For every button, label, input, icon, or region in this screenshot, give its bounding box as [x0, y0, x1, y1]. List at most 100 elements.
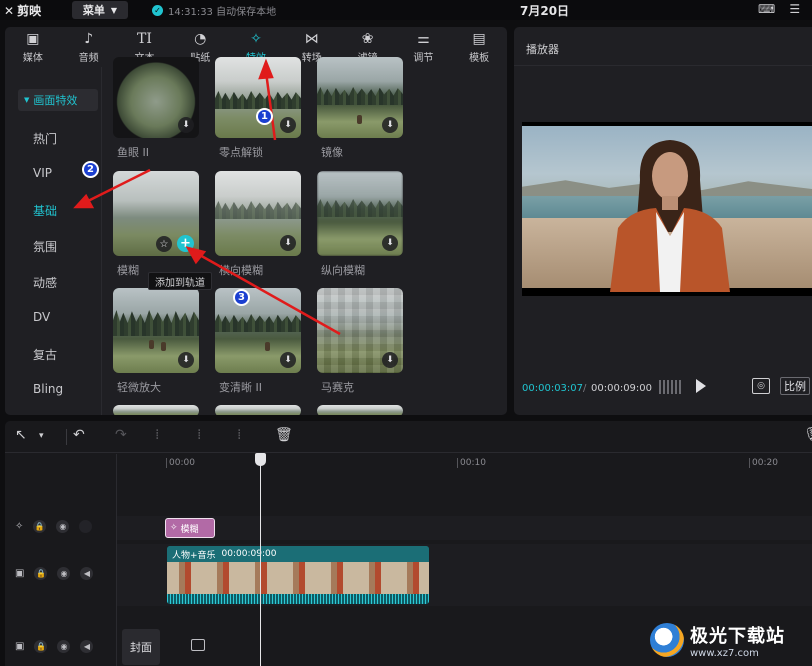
effects-icon: ✧	[250, 30, 262, 47]
effect-tile-peek[interactable]	[317, 405, 403, 415]
download-icon[interactable]: ⬇	[280, 352, 296, 368]
effect-tile-peek[interactable]	[113, 405, 199, 415]
chevron-down-icon[interactable]: ▾	[39, 431, 44, 441]
volume-icon[interactable]: ◀	[80, 567, 94, 580]
effect-tile-fisheye[interactable]: ⬇	[113, 57, 199, 138]
watermark-text: 极光下载站 www.xz7.com	[690, 622, 785, 659]
keyboard-icon[interactable]: ⌨	[758, 2, 775, 16]
ruler-label: 00:00	[169, 458, 195, 468]
category-item-hot[interactable]: 热门	[33, 130, 57, 147]
top-right-controls: ⌨ ☰	[758, 2, 800, 16]
effect-thumbnail	[113, 405, 199, 415]
delete-icon[interactable]: 🗑	[275, 427, 293, 443]
effect-tile-mirror[interactable]: ⬇	[317, 57, 403, 138]
category-item-dynamic[interactable]: 动感	[33, 274, 57, 291]
lock-icon[interactable]: 🔒	[34, 640, 48, 653]
split-right-icon[interactable]: ⁞	[237, 427, 241, 443]
split-icon[interactable]: ⁞	[155, 427, 159, 443]
effect-tile-slight-zoom[interactable]: ⬇	[113, 288, 199, 373]
effect-clip-label: 模糊	[180, 524, 199, 535]
toolbar-divider	[66, 429, 67, 445]
effect-tile-peek[interactable]	[215, 405, 301, 415]
volume-icon[interactable]: ◀	[80, 640, 94, 653]
select-cursor-icon[interactable]: ↖	[15, 427, 27, 443]
tab-label: 调节	[413, 52, 434, 64]
effect-clip[interactable]: ✧ 模糊	[165, 518, 215, 538]
menu-button[interactable]: 菜单 ▼	[72, 1, 128, 19]
eye-icon[interactable]: ◉	[57, 640, 71, 653]
thumbnail-deer	[357, 115, 362, 124]
download-icon[interactable]: ⬇	[280, 117, 296, 133]
video-clip[interactable]: 人物+音乐 00:00:09:00	[167, 546, 429, 604]
ratio-button[interactable]: 比例	[780, 377, 810, 395]
lock-icon[interactable]: 🔒	[34, 567, 48, 580]
download-icon[interactable]: ⬇	[178, 352, 194, 368]
video-track-icon: ▣	[15, 568, 25, 579]
category-item-retro[interactable]: 复古	[33, 346, 57, 363]
effect-tile-vertical-blur[interactable]: ⬇	[317, 171, 403, 256]
category-header[interactable]: ▼ 画面特效	[18, 89, 98, 111]
category-item-vip[interactable]: VIP	[33, 166, 52, 180]
category-item-dv[interactable]: DV	[33, 310, 50, 324]
tab-label: 音频	[78, 52, 99, 64]
eye-icon[interactable]: ◉	[56, 520, 70, 533]
microphone-icon[interactable]: 🎙	[803, 427, 812, 443]
timeline-toolbar: ↖ ▾ ↶ ↷ ⁞ ⁞ ⁞ 🗑 🎙	[5, 421, 812, 453]
app-name: 剪映	[17, 4, 42, 18]
tab-label: 模板	[469, 52, 490, 64]
app-logo: ✕ 剪映	[4, 2, 41, 19]
watermark-logo-icon	[650, 623, 684, 657]
effect-tile-blur[interactable]: ☆ +	[113, 171, 199, 256]
effect-label: 零点解锁	[219, 146, 263, 159]
sticker-icon: ◔	[194, 30, 207, 47]
playhead-line[interactable]	[260, 456, 261, 666]
cover-button[interactable]: 封面	[122, 629, 160, 665]
lock-icon[interactable]: 🔒	[33, 520, 47, 533]
adjust-icon: ⚌	[417, 30, 430, 47]
thumbnail-deer	[161, 342, 166, 351]
effect-tile-zero-unlock[interactable]: ⬇	[215, 57, 301, 138]
tab-audio[interactable]: ♪ 音频	[61, 27, 117, 67]
download-icon[interactable]: ⬇	[178, 117, 194, 133]
layout-icon[interactable]: ☰	[789, 2, 800, 16]
save-status: ✓ 14:31:33 自动保存本地	[152, 3, 276, 18]
effect-tile-sharpen[interactable]: ⬇	[215, 288, 301, 373]
download-icon[interactable]: ⬇	[382, 117, 398, 133]
logo-icon: ✕	[4, 3, 15, 18]
split-left-icon[interactable]: ⁞	[197, 427, 201, 443]
annotation-badge-2: 2	[82, 161, 99, 178]
redo-icon[interactable]: ↷	[115, 427, 127, 443]
media-icon: ▣	[26, 30, 40, 47]
download-icon[interactable]: ⬇	[280, 235, 296, 251]
current-time: 00:00:03:07	[522, 383, 584, 394]
player-divider	[514, 65, 812, 66]
add-to-track-button[interactable]: +	[177, 235, 194, 252]
play-icon[interactable]	[696, 379, 706, 393]
undo-icon[interactable]: ↶	[73, 427, 85, 443]
effect-tile-mosaic[interactable]: ⬇	[317, 288, 403, 373]
project-title[interactable]: 7月20日	[520, 2, 569, 19]
eye-icon[interactable]: ◉	[57, 567, 71, 580]
blank-toggle[interactable]	[79, 520, 93, 533]
download-icon[interactable]: ⬇	[382, 235, 398, 251]
tab-template[interactable]: ▤ 模板	[451, 27, 507, 67]
effect-label: 轻微放大	[117, 381, 161, 394]
favorite-icon[interactable]: ☆	[156, 236, 172, 252]
download-icon[interactable]: ⬇	[382, 352, 398, 368]
template-icon: ▤	[472, 30, 486, 47]
preview-person	[610, 140, 730, 292]
tab-label: 媒体	[22, 52, 43, 64]
waveform-icon[interactable]	[659, 380, 681, 394]
save-status-text: 14:31:33 自动保存本地	[168, 7, 277, 18]
category-item-atmosphere[interactable]: 氛围	[33, 238, 57, 255]
tab-adjust[interactable]: ⚌ 调节	[395, 27, 451, 67]
tab-media[interactable]: ▣ 媒体	[5, 27, 61, 67]
video-preview[interactable]	[522, 122, 812, 296]
panel-divider	[101, 67, 102, 415]
effect-tile-horizontal-blur[interactable]: ⬇	[215, 171, 301, 256]
fullscreen-icon[interactable]: ◎	[752, 378, 770, 394]
total-time: 00:00:09:00	[591, 383, 653, 394]
category-item-basic[interactable]: 基础	[33, 202, 57, 219]
category-item-bling[interactable]: Bling	[33, 382, 63, 396]
check-icon: ✓	[152, 5, 163, 16]
